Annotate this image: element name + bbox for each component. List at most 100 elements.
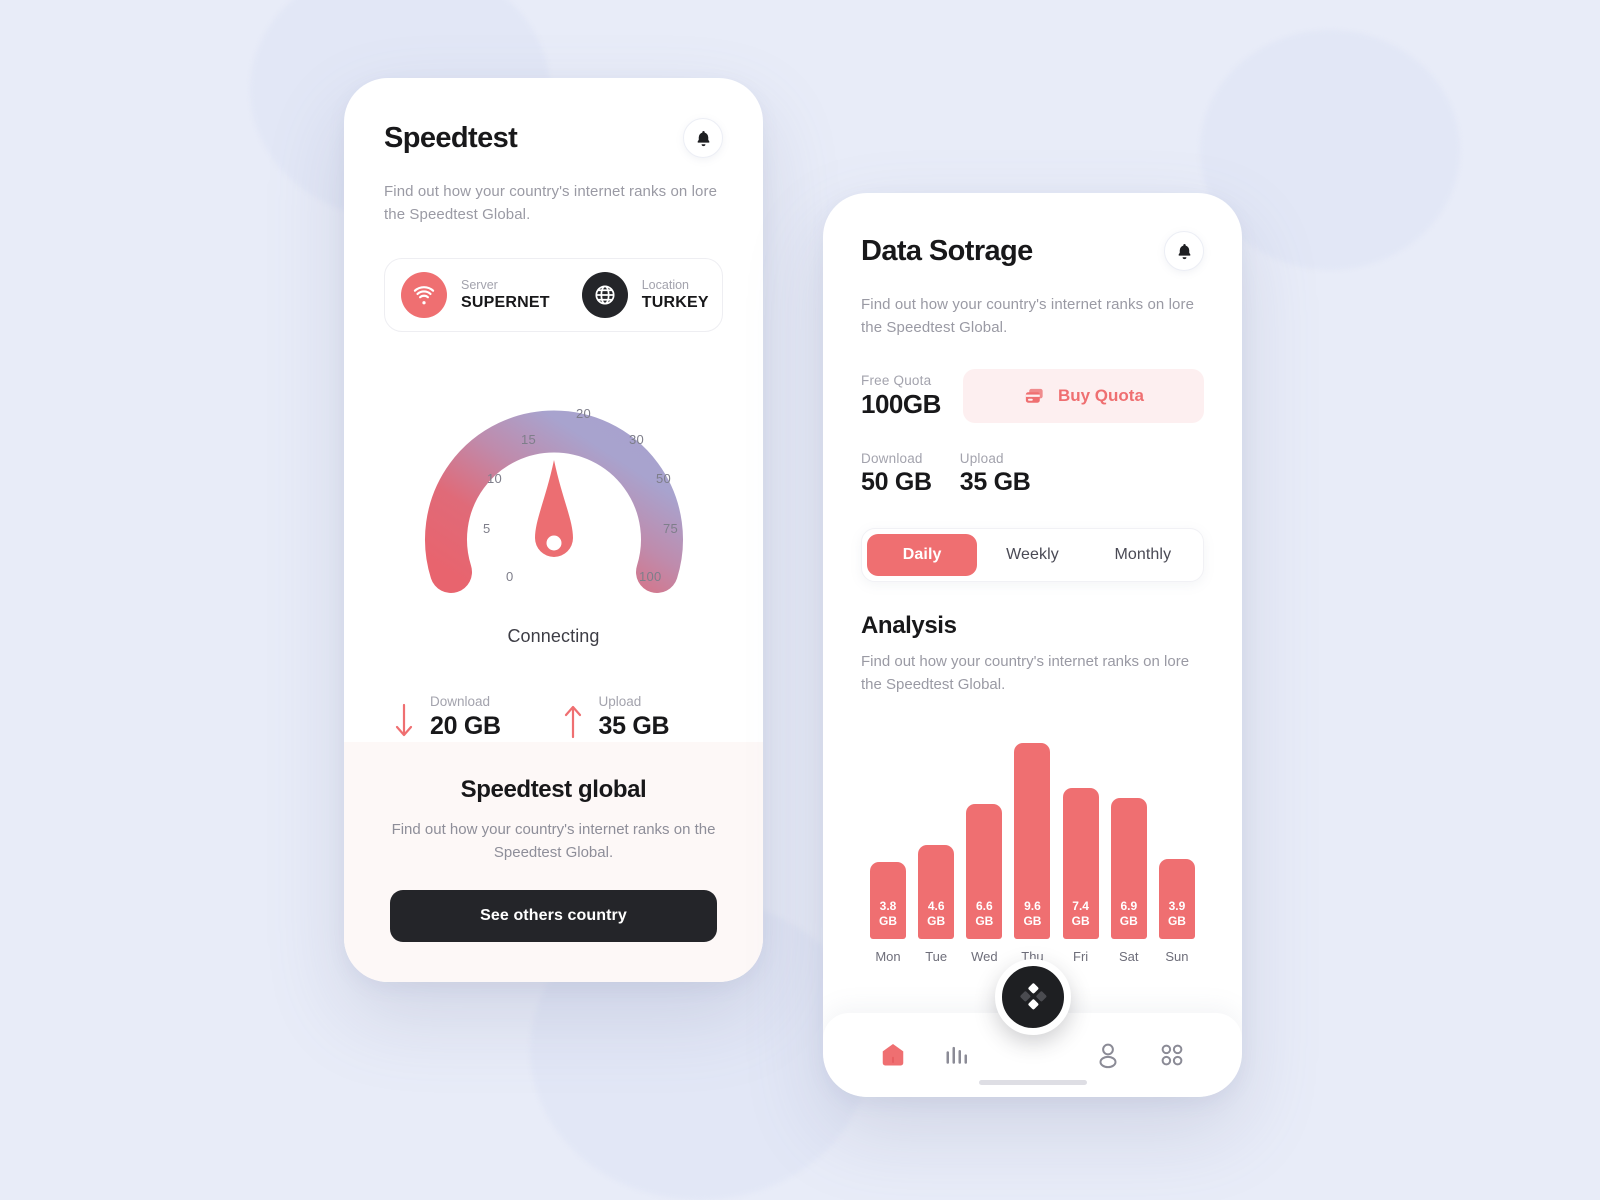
upload-value: 35 GB (959, 468, 1031, 496)
page-title: Data Sotrage (861, 234, 1033, 267)
wifi-icon-wrapper (401, 272, 447, 318)
bar-value-label: 3.9 (1168, 899, 1186, 913)
bar-unit-label: GB (1071, 914, 1090, 928)
global-panel-subtitle: Find out how your country's internet ran… (391, 821, 716, 861)
bell-icon (1178, 243, 1190, 259)
speedtest-screen: Speedtest Find out how your country's in… (344, 78, 763, 982)
see-others-country-button[interactable]: See others country (390, 890, 717, 942)
bar-unit-label: GB (1023, 914, 1042, 928)
notification-bell-button[interactable] (683, 118, 723, 158)
bar[interactable]: 3.9 GB (1158, 859, 1195, 939)
server-value: SUPERNET (461, 294, 550, 311)
bar[interactable]: 7.4 GB (1062, 788, 1099, 939)
usage-bar-chart: 3.8 GB Mon 4.6 GB Tue 6.6 GB Wed 9.6 GB Thu 7.4 GB Fri… (861, 714, 1204, 964)
canvas: Speedtest Find out how your country's in… (0, 0, 1600, 1200)
nav-item-profile[interactable] (1077, 1013, 1141, 1097)
add-action-button[interactable] (994, 959, 1071, 1035)
bar-unit-label: GB (927, 914, 946, 928)
gauge-tick-50: 50 (656, 471, 672, 486)
download-value: 50 GB (861, 468, 932, 496)
credit-card-icon (1025, 388, 1043, 403)
tab-weekly[interactable]: Weekly (977, 534, 1087, 576)
bar-column[interactable]: 7.4 GB Fri (1060, 788, 1102, 964)
bar[interactable]: 3.8 GB (870, 862, 906, 939)
speed-gauge: 0 5 10 15 20 30 50 75 100 (384, 354, 723, 622)
home-indicator (978, 1080, 1087, 1085)
bar-category-label: Sun (1165, 949, 1189, 964)
analysis-title: Analysis (861, 612, 957, 639)
tab-monthly[interactable]: Monthly (1088, 534, 1198, 576)
location-value: TURKEY (641, 294, 709, 311)
globe-icon (595, 285, 615, 305)
server-label: Server (461, 278, 498, 292)
bar-column[interactable]: 3.9 GB Sun (1156, 859, 1198, 964)
bar[interactable]: 4.6 GB (918, 845, 955, 939)
gauge-tick-75: 75 (663, 521, 679, 536)
bar-category-label: Tue (925, 949, 948, 964)
gauge-tick-20: 20 (576, 406, 592, 421)
bar-category-label: Wed (971, 949, 998, 964)
speedtest-global-panel: Speedtest global Find out how your count… (344, 742, 763, 982)
buy-quota-button[interactable]: Buy Quota (962, 369, 1204, 423)
gauge-needle-icon (534, 460, 573, 557)
bar[interactable]: 6.6 GB (966, 804, 1003, 939)
speedtest-header: Speedtest (384, 118, 723, 158)
speedtest-subtitle: Find out how your country's internet ran… (384, 183, 718, 223)
gauge-tick-30: 30 (629, 432, 645, 447)
bar-unit-label: GB (975, 914, 994, 928)
bar-value-label: 6.9 (1120, 899, 1138, 913)
bar[interactable]: 6.9 GB (1110, 798, 1147, 939)
grid-icon (1161, 1044, 1183, 1066)
free-quota: Free Quota 100GB (861, 373, 941, 420)
gauge-tick-0: 0 (506, 569, 514, 584)
globe-icon-wrapper (581, 272, 628, 318)
bar-column[interactable]: 6.6 GB Wed (963, 804, 1005, 964)
gauge-tick-10: 10 (487, 471, 503, 486)
bar-column[interactable]: 9.6 GB Thu (1011, 743, 1053, 964)
upload-label: Upload (598, 694, 642, 709)
upload-summary: Upload 35 GB (547, 693, 716, 741)
speed-summary-row: Download 20 GB Upload 35 GB (384, 693, 723, 741)
quota-row: Free Quota 100GB Buy Quota (861, 369, 1204, 423)
bar-chart-icon (946, 1046, 967, 1064)
storage-download: Download 50 GB (861, 451, 932, 498)
bar[interactable]: 9.6 GB (1014, 743, 1051, 939)
free-quota-value: 100GB (861, 388, 941, 419)
nav-item-home[interactable] (861, 1013, 925, 1097)
bar-column[interactable]: 6.9 GB Sat (1108, 798, 1150, 964)
storage-header: Data Sotrage (861, 231, 1204, 271)
location-info[interactable]: Location TURKEY (566, 259, 725, 331)
arrow-up-icon (564, 705, 581, 739)
home-icon (882, 1044, 904, 1066)
bar-category-label: Fri (1073, 949, 1089, 964)
data-storage-screen: Data Sotrage Find out how your country's… (823, 193, 1242, 1097)
server-info[interactable]: Server SUPERNET (385, 259, 566, 331)
download-value: 20 GB (430, 712, 501, 740)
tab-daily[interactable]: Daily (867, 534, 978, 576)
download-summary: Download 20 GB (392, 693, 547, 741)
upload-value: 35 GB (598, 712, 670, 740)
bar-unit-label: GB (1167, 914, 1186, 928)
download-label: Download (430, 694, 491, 709)
bar-value-label: 4.6 (927, 899, 945, 913)
bar-value-label: 7.4 (1072, 899, 1089, 913)
bar-unit-label: GB (1119, 914, 1138, 928)
bell-icon (697, 130, 709, 146)
storage-subtitle: Find out how your country's internet ran… (861, 296, 1195, 336)
gauge-tick-15: 15 (521, 432, 537, 447)
arrow-down-icon (395, 703, 413, 737)
storage-upload: Upload 35 GB (960, 451, 1031, 498)
download-label: Download (861, 451, 923, 466)
bar-column[interactable]: 4.6 GB Tue (915, 845, 957, 964)
gauge-tick-100: 100 (639, 569, 662, 584)
gauge-tick-5: 5 (483, 521, 491, 536)
bar-category-label: Sat (1119, 949, 1139, 964)
storage-transfer-row: Download 50 GB Upload 35 GB (861, 451, 1204, 498)
nav-item-menu[interactable] (1140, 1013, 1204, 1097)
bar-value-label: 6.6 (975, 899, 993, 913)
free-quota-label: Free Quota (861, 372, 932, 388)
page-title: Speedtest (384, 121, 518, 154)
bar-value-label: 9.6 (1024, 899, 1041, 913)
notification-bell-button[interactable] (1164, 231, 1204, 271)
bar-column[interactable]: 3.8 GB Mon (867, 862, 909, 964)
